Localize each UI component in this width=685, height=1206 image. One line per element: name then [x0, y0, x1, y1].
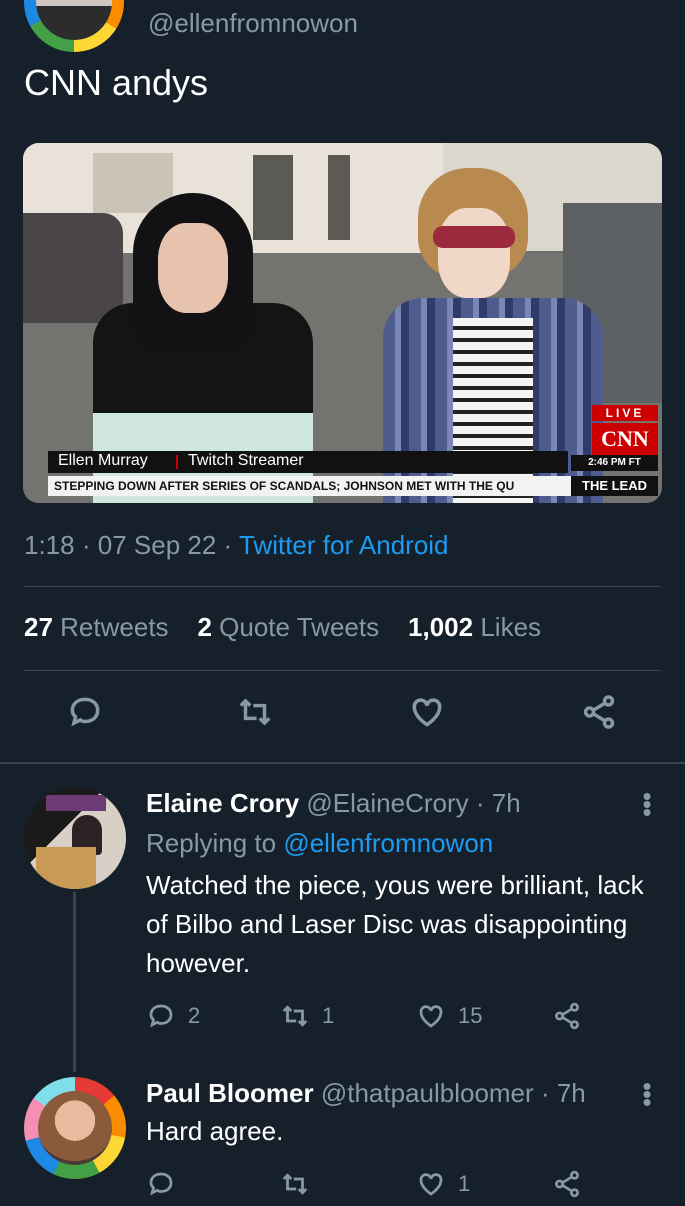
- meta-separator: ·: [223, 530, 233, 560]
- like-count: 15: [458, 1003, 483, 1028]
- more-vertical-icon: • • •: [642, 1071, 652, 1117]
- share-button[interactable]: [580, 693, 624, 737]
- reply-button[interactable]: [66, 693, 110, 737]
- reply-reply-button[interactable]: 2: [146, 998, 200, 1034]
- likes-count: 1,002: [408, 612, 474, 642]
- quotes-count: 2: [197, 612, 212, 642]
- likes-stat[interactable]: 1,002 Likes: [408, 612, 541, 642]
- meta-separator: ·: [475, 788, 485, 818]
- lower-third-divider: [176, 455, 178, 469]
- likes-label: Likes: [480, 612, 542, 642]
- divider: [24, 670, 661, 671]
- reply-icon: [149, 1004, 173, 1028]
- retweet-icon: [239, 698, 271, 726]
- heart-icon: [419, 1005, 443, 1028]
- retweet-icon: [282, 1173, 308, 1195]
- news-ticker: STEPPING DOWN AFTER SERIES OF SCANDALS; …: [48, 476, 574, 496]
- share-icon: [555, 1002, 579, 1030]
- reply-icon: [149, 1172, 173, 1196]
- retweet-button[interactable]: [236, 693, 280, 737]
- section-divider: [0, 762, 685, 764]
- reply-like-button[interactable]: 1: [416, 1166, 470, 1202]
- replying-to: Replying to @ellenfromnowon: [146, 828, 493, 859]
- reply-author-name[interactable]: Elaine Crory: [146, 788, 299, 818]
- divider: [24, 586, 661, 587]
- reply-time[interactable]: 7h: [557, 1078, 586, 1108]
- show-name: THE LEAD: [571, 476, 658, 496]
- replying-to-handle[interactable]: @ellenfromnowon: [283, 828, 493, 858]
- lower-third-title: Twitch Streamer: [188, 452, 304, 469]
- quotes-stat[interactable]: 2 Quote Tweets: [197, 612, 379, 642]
- reply-avatar[interactable]: [24, 787, 126, 889]
- live-badge: LIVE: [592, 405, 658, 421]
- reply-retweet-button[interactable]: 1: [280, 998, 334, 1034]
- quotes-label: Quote Tweets: [219, 612, 380, 642]
- more-vertical-icon: • • •: [642, 781, 652, 827]
- reply-action-bar: 2 1 15: [146, 998, 616, 1038]
- reply-avatar[interactable]: [24, 1077, 126, 1179]
- heart-icon: [412, 698, 442, 727]
- network-logo: CNN: [592, 423, 658, 455]
- retweet-count: 1: [322, 1003, 335, 1028]
- reply-author-handle[interactable]: @ElaineCrory: [306, 788, 468, 818]
- tweet-text: CNN andys: [24, 62, 209, 103]
- retweets-count: 27: [24, 612, 53, 642]
- replying-to-label: Replying to: [146, 828, 277, 858]
- tweet-stats: 27 Retweets 2 Quote Tweets 1,002 Likes: [24, 612, 541, 643]
- reply-header: Elaine Crory @ElaineCrory · 7h: [146, 788, 521, 819]
- lower-third: Ellen Murray Twitch Streamer: [48, 451, 568, 473]
- author-handle[interactable]: @ellenfromnowon: [148, 8, 358, 39]
- reply-count: 2: [188, 1003, 201, 1028]
- heart-icon: [419, 1173, 443, 1196]
- meta-separator: ·: [540, 1078, 550, 1108]
- reply-action-bar: 1: [146, 1166, 616, 1206]
- lower-third-name: Ellen Murray: [58, 452, 148, 469]
- reply-text: Hard agree.: [146, 1116, 284, 1146]
- tweet-action-bar: [0, 693, 685, 743]
- reply-retweet-button[interactable]: [280, 1166, 310, 1202]
- reply-icon: [70, 697, 100, 727]
- tweet-meta: 1:18 · 07 Sep 22 · Twitter for Android: [24, 530, 449, 561]
- tweet-time: 1:18: [24, 530, 75, 560]
- reply-author-name[interactable]: Paul Bloomer: [146, 1078, 314, 1108]
- tweet-video-media[interactable]: LIVE CNN Ellen Murray Twitch Streamer 2:…: [23, 143, 662, 503]
- meta-separator: ·: [81, 530, 91, 560]
- reply-share-button[interactable]: [552, 1166, 582, 1202]
- retweets-label: Retweets: [60, 612, 169, 642]
- thread-connector-line: [73, 892, 76, 1072]
- tweet-author-row: @ellenfromnowon: [24, 0, 664, 52]
- retweets-stat[interactable]: 27 Retweets: [24, 612, 169, 642]
- reply-text: Watched the piece, yous were brilliant, …: [146, 870, 644, 978]
- reply-share-button[interactable]: [552, 998, 582, 1034]
- retweet-icon: [282, 1005, 308, 1027]
- reply-author-handle[interactable]: @thatpaulbloomer: [321, 1078, 534, 1108]
- share-icon: [583, 695, 615, 729]
- reply-time[interactable]: 7h: [492, 788, 521, 818]
- reply-header: Paul Bloomer @thatpaulbloomer · 7h: [146, 1078, 586, 1109]
- more-options-button[interactable]: • • •: [640, 1073, 654, 1115]
- tweet-source-link[interactable]: Twitter for Android: [239, 530, 449, 560]
- broadcast-time: 2:46 PM FT: [571, 455, 658, 471]
- like-count: 1: [458, 1171, 471, 1196]
- share-icon: [555, 1170, 579, 1198]
- reply-reply-button[interactable]: [146, 1166, 176, 1202]
- tweet-date[interactable]: 07 Sep 22: [98, 530, 217, 560]
- author-avatar[interactable]: [24, 0, 124, 52]
- like-button[interactable]: [408, 693, 452, 737]
- more-options-button[interactable]: • • •: [640, 783, 654, 825]
- reply-like-button[interactable]: 15: [416, 998, 482, 1034]
